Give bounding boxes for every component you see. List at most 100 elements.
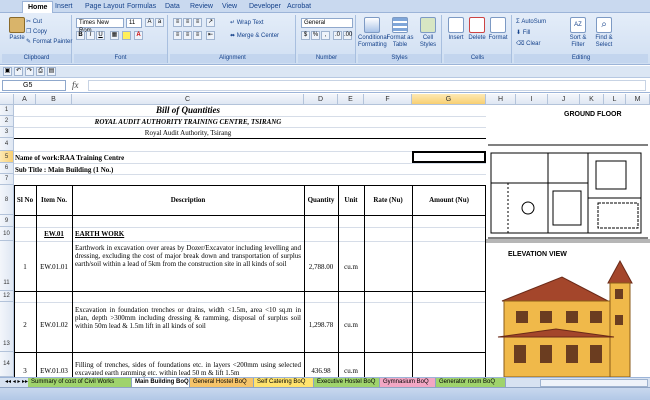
- header-sl[interactable]: Sl No: [14, 196, 36, 204]
- italic-button[interactable]: I: [86, 31, 95, 40]
- item-code[interactable]: EW.01.03: [36, 367, 72, 375]
- row-header[interactable]: 4: [0, 138, 14, 151]
- item-description[interactable]: Earthwork in excavation over areas by Do…: [75, 244, 301, 268]
- print-icon[interactable]: ⎙: [36, 67, 45, 76]
- header-desc[interactable]: Description: [72, 196, 304, 204]
- redo-icon[interactable]: ↷: [25, 67, 34, 76]
- copy-button[interactable]: ❐ Copy: [26, 28, 47, 36]
- col-header-f[interactable]: F: [364, 94, 412, 105]
- row-header[interactable]: 10: [0, 227, 14, 241]
- align-center-icon[interactable]: ≡: [183, 31, 192, 40]
- row-header[interactable]: 7: [0, 174, 14, 185]
- header-item[interactable]: Item No.: [36, 196, 72, 204]
- section-code[interactable]: EW.01: [36, 230, 72, 238]
- conditional-formatting-button[interactable]: Conditional Formatting: [358, 17, 388, 49]
- name-box[interactable]: G5: [2, 80, 66, 91]
- cell-styles-button[interactable]: Cell Styles: [414, 17, 442, 49]
- font-color-icon[interactable]: A: [134, 31, 143, 40]
- item-code[interactable]: EW.01.01: [36, 263, 72, 271]
- borders-icon[interactable]: ▦: [110, 31, 119, 40]
- format-button[interactable]: Format: [484, 17, 512, 42]
- header-unit[interactable]: Unit: [338, 196, 364, 204]
- row-header[interactable]: 2: [0, 116, 14, 127]
- bold-button[interactable]: B: [76, 31, 85, 40]
- tab-review[interactable]: Review: [185, 1, 218, 13]
- item-quantity[interactable]: 1,298.78: [304, 321, 338, 329]
- horizontal-scrollbar[interactable]: [540, 379, 648, 387]
- font-name-select[interactable]: Times New Rom: [76, 18, 124, 34]
- item-description[interactable]: Excavation in foundation trenches or dra…: [75, 306, 301, 330]
- wrap-text-button[interactable]: ↵ Wrap Text: [230, 19, 264, 27]
- grow-font-button[interactable]: A: [145, 18, 154, 27]
- sub-title[interactable]: Sub Title : Main Building (1 No.): [15, 166, 113, 174]
- row-header[interactable]: 11: [0, 241, 14, 291]
- col-header-e[interactable]: E: [338, 94, 364, 105]
- header-rate[interactable]: Rate (Nu): [364, 196, 412, 204]
- autosum-button[interactable]: Σ AutoSum: [516, 18, 546, 26]
- worksheet[interactable]: Bill of Quantities ROYAL AUDIT AUTHORITY…: [14, 105, 486, 377]
- work-name[interactable]: Name of work:RAA Training Centre: [15, 154, 124, 162]
- align-right-icon[interactable]: ≡: [193, 31, 202, 40]
- undo-icon[interactable]: ↶: [14, 67, 23, 76]
- percent-icon[interactable]: %: [311, 31, 320, 40]
- align-bottom-icon[interactable]: ≡: [193, 18, 202, 27]
- chart-icon[interactable]: ▤: [47, 67, 56, 76]
- selected-cell-g5[interactable]: [412, 151, 486, 163]
- col-header-j[interactable]: J: [548, 94, 580, 105]
- tab-insert[interactable]: Insert: [50, 1, 78, 13]
- header-amount[interactable]: Amount (Nu): [412, 196, 486, 204]
- font-size-select[interactable]: 11: [126, 18, 142, 28]
- fill-button[interactable]: ⬇ Fill: [516, 29, 530, 37]
- row-header[interactable]: 5: [0, 151, 14, 163]
- currency-icon[interactable]: $: [301, 31, 310, 40]
- item-sl[interactable]: 3: [14, 367, 36, 375]
- col-header-h[interactable]: H: [486, 94, 516, 105]
- merge-center-button[interactable]: ⬌ Merge & Center: [230, 32, 279, 40]
- col-header-l[interactable]: L: [604, 94, 626, 105]
- tab-formulas[interactable]: Formulas: [122, 1, 161, 13]
- tab-home[interactable]: Home: [22, 1, 54, 13]
- header-qty[interactable]: Quantity: [304, 196, 338, 204]
- select-all-corner[interactable]: [0, 94, 14, 105]
- col-header-c[interactable]: C: [72, 94, 304, 105]
- col-header-g[interactable]: G: [412, 94, 486, 105]
- fx-icon[interactable]: fx: [72, 80, 79, 90]
- item-code[interactable]: EW.01.02: [36, 321, 72, 329]
- row-header[interactable]: 3: [0, 127, 14, 138]
- align-middle-icon[interactable]: ≡: [183, 18, 192, 27]
- col-header-a[interactable]: A: [14, 94, 36, 105]
- fill-color-icon[interactable]: [122, 31, 131, 40]
- item-description[interactable]: Filling of trenches, sides of foundation…: [75, 361, 301, 377]
- indent-icon[interactable]: ⇤: [206, 31, 215, 40]
- tab-data[interactable]: Data: [160, 1, 185, 13]
- align-left-icon[interactable]: ≡: [173, 31, 182, 40]
- row-header[interactable]: 9: [0, 215, 14, 227]
- align-top-icon[interactable]: ≡: [173, 18, 182, 27]
- find-select-button[interactable]: ⌕ Find & Select: [592, 17, 616, 49]
- underline-button[interactable]: U: [96, 31, 105, 40]
- row-header[interactable]: 14: [0, 352, 14, 377]
- item-sl[interactable]: 1: [14, 263, 36, 271]
- col-header-m[interactable]: M: [626, 94, 650, 105]
- elevation-drawing[interactable]: [496, 253, 650, 377]
- floor-plan-drawing[interactable]: [488, 143, 648, 239]
- row-header[interactable]: 12: [0, 291, 14, 302]
- item-unit[interactable]: cu.m: [338, 263, 364, 271]
- org-name[interactable]: ROYAL AUDIT AUTHORITY TRAINING CENTRE, T…: [72, 118, 304, 126]
- increase-decimal-icon[interactable]: .0: [333, 31, 342, 40]
- decrease-decimal-icon[interactable]: .00: [343, 31, 352, 40]
- save-icon[interactable]: ▣: [3, 67, 12, 76]
- tab-developer[interactable]: Developer: [244, 1, 286, 13]
- cut-button[interactable]: ✂ Cut: [26, 18, 42, 26]
- shrink-font-button[interactable]: a: [155, 18, 164, 27]
- col-header-i[interactable]: I: [516, 94, 548, 105]
- row-header[interactable]: 1: [0, 105, 14, 116]
- item-quantity[interactable]: 2,788.00: [304, 263, 338, 271]
- col-header-k[interactable]: K: [580, 94, 604, 105]
- col-header-d[interactable]: D: [304, 94, 338, 105]
- row-header[interactable]: 8: [0, 185, 14, 215]
- tab-view[interactable]: View: [217, 1, 242, 13]
- tab-acrobat[interactable]: Acrobat: [282, 1, 316, 13]
- client-name[interactable]: Royal Audit Authority, Tsirang: [72, 129, 304, 137]
- col-header-b[interactable]: B: [36, 94, 72, 105]
